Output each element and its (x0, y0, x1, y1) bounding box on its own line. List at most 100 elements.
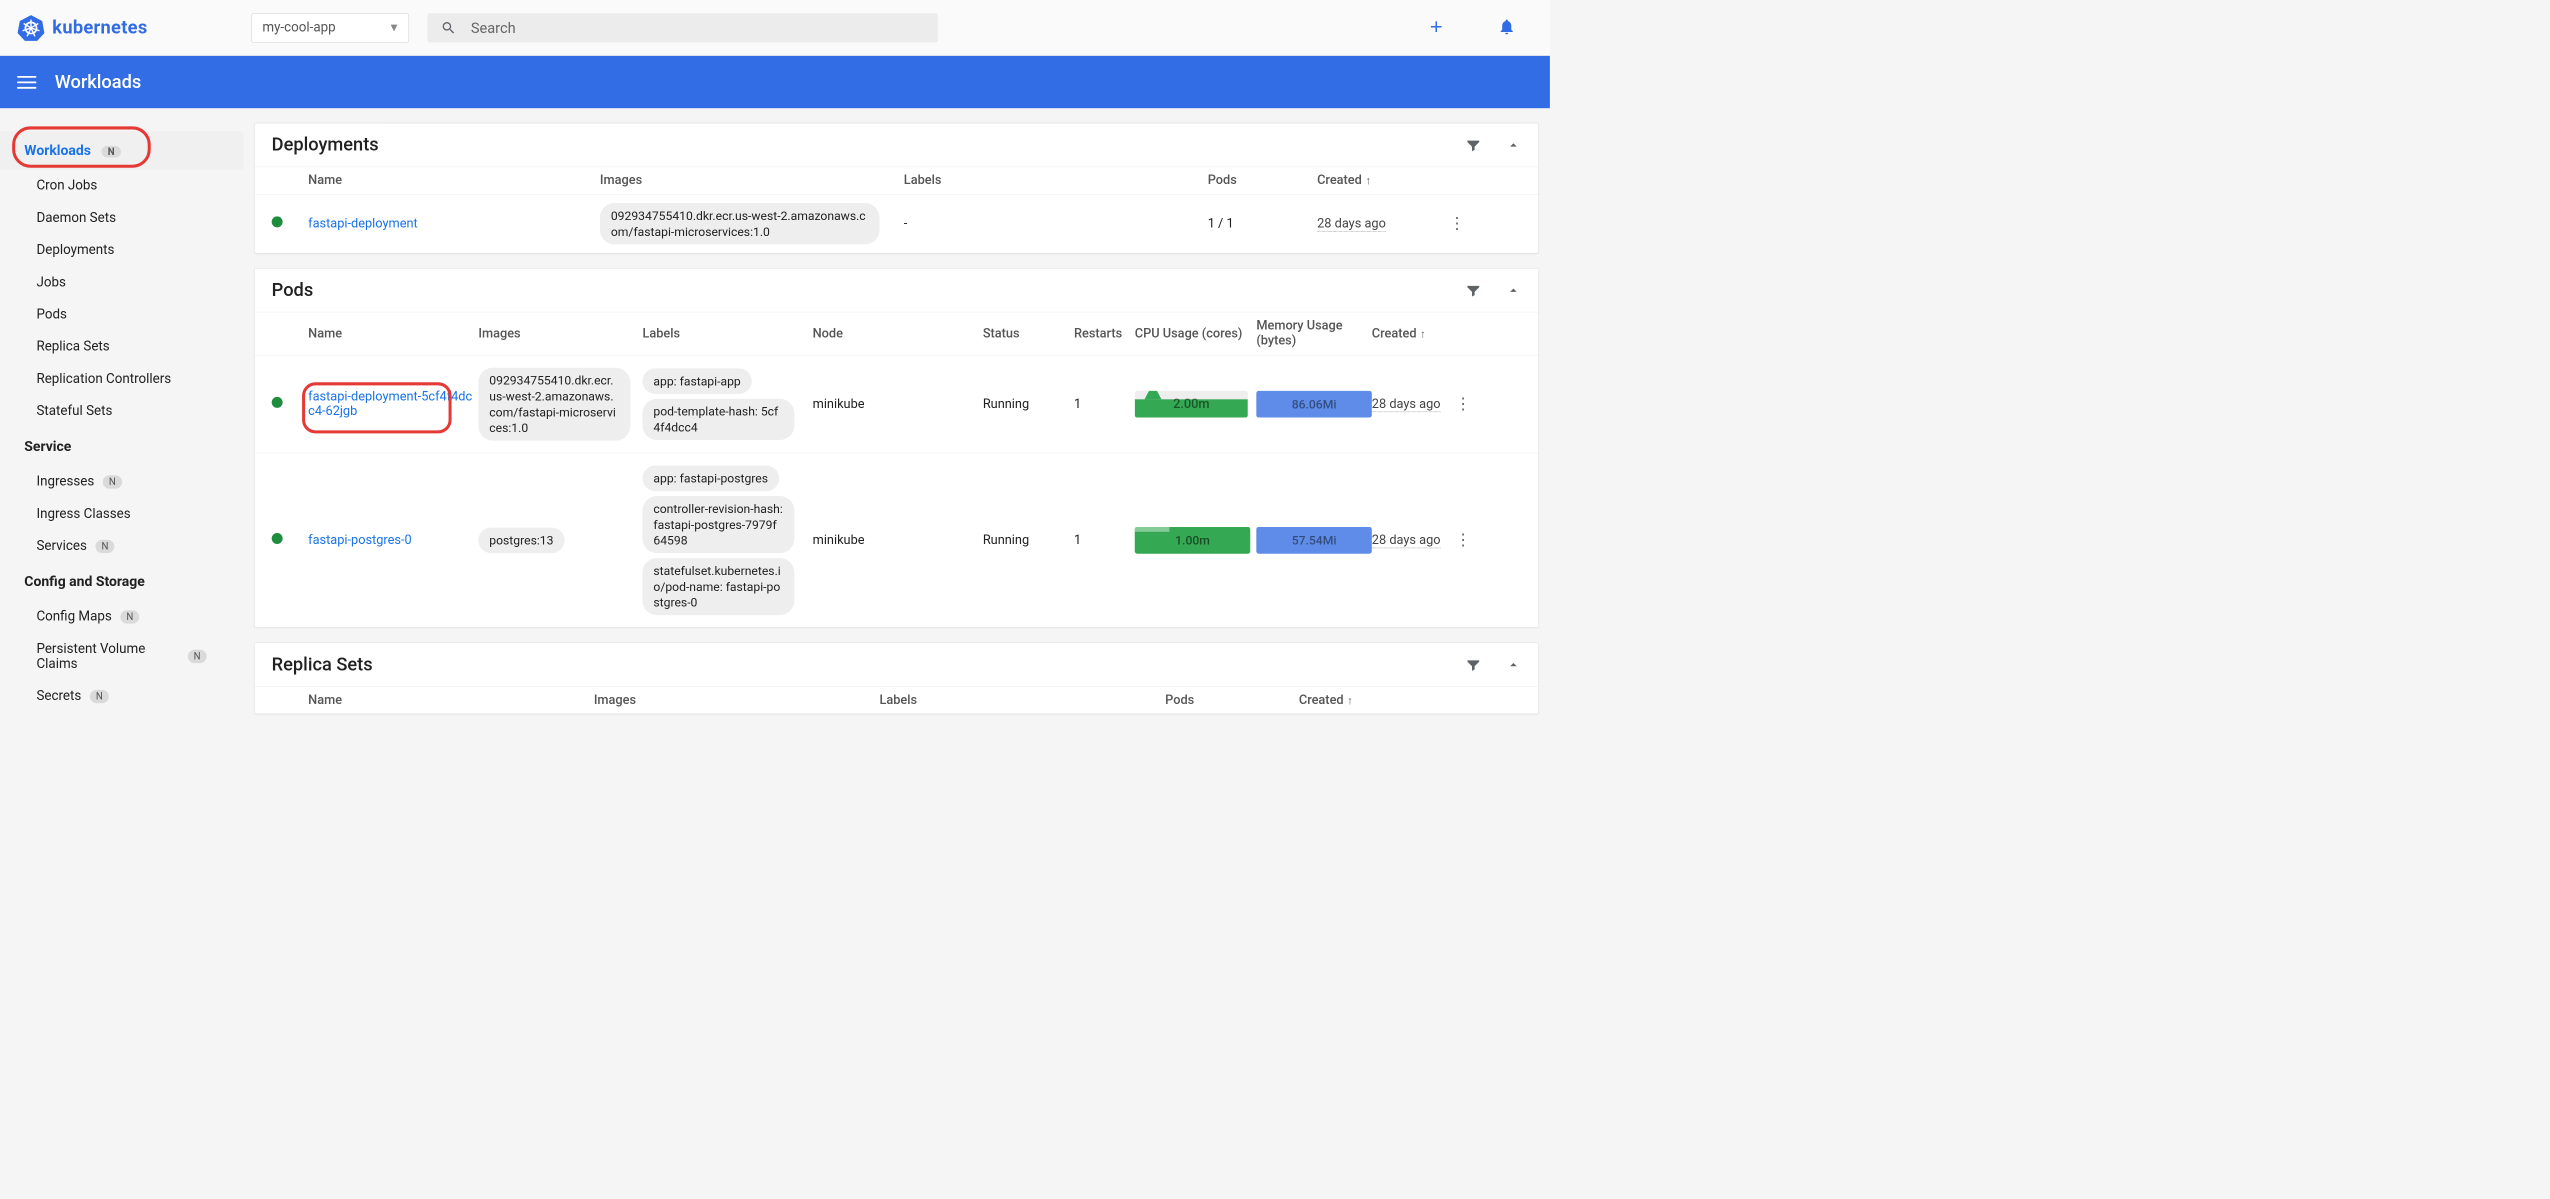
sort-asc-icon: ↑ (1420, 328, 1425, 341)
pod-row: fastapi-deployment-5cf4f4dcc4-62jgb09293… (255, 355, 1539, 453)
sidebar-item[interactable]: Deployments (0, 234, 243, 266)
image-tag: 092934755410.dkr.ecr.us-west-2.amazonaws… (478, 368, 630, 441)
pod-status: Running (983, 533, 1074, 548)
cpu-usage-bar: 1.00m (1135, 527, 1250, 554)
sidebar-item[interactable]: Replication Controllers (0, 363, 243, 395)
pods-title: Pods (272, 280, 314, 301)
search-icon (440, 20, 456, 36)
sidebar-item[interactable]: Daemon Sets (0, 202, 243, 234)
collapse-icon[interactable] (1506, 657, 1522, 673)
sidebar-item-label: Replica Sets (36, 339, 109, 354)
bell-icon (1498, 17, 1516, 35)
pods-table-head: Name Images Labels Node Status Restarts … (255, 312, 1539, 355)
brand-text: kubernetes (52, 17, 147, 38)
sidebar-item[interactable]: Services N (0, 530, 243, 562)
replicasets-card: Replica Sets Name Images Labels Pods Cre… (254, 643, 1539, 715)
sidebar-section-config[interactable]: Config and Storage (0, 562, 243, 600)
sidebar-item-label: Replication Controllers (36, 371, 171, 386)
badge-n: N (188, 650, 207, 663)
pod-created: 28 days ago (1372, 397, 1441, 412)
pod-link[interactable]: fastapi-postgres-0 (308, 533, 412, 548)
pod-restarts: 1 (1074, 397, 1135, 412)
deployments-title: Deployments (272, 134, 379, 155)
sidebar-section-workloads[interactable]: Workloads N (0, 131, 243, 169)
deployments-card: Deployments Name Images Labels Pods Crea… (254, 123, 1539, 254)
deployment-link[interactable]: fastapi-deployment (308, 216, 600, 231)
sort-asc-icon: ↑ (1347, 694, 1352, 707)
label-tag: app: fastapi-app (642, 369, 751, 395)
filter-icon[interactable] (1465, 657, 1481, 673)
collapse-icon[interactable] (1506, 137, 1522, 153)
badge-n: N (103, 475, 122, 488)
pod-created: 28 days ago (1372, 533, 1441, 548)
sidebar-item[interactable]: Pods (0, 298, 243, 330)
sidebar-item[interactable]: Persistent Volume Claims N (0, 633, 243, 680)
plus-icon (1427, 17, 1445, 35)
sidebar-item-label: Pods (36, 307, 66, 322)
sidebar-item[interactable]: Ingresses N (0, 466, 243, 498)
sidebar-item[interactable]: Cron Jobs (0, 170, 243, 202)
chevron-down-icon: ▾ (391, 20, 398, 35)
sidebar-item[interactable]: SecretsN (0, 680, 243, 712)
menu-icon[interactable] (17, 72, 36, 91)
row-menu-button[interactable]: ⋮ (1445, 395, 1481, 413)
page-title: Workloads (55, 71, 142, 92)
row-menu-button[interactable]: ⋮ (1439, 215, 1475, 233)
status-ok-icon (272, 533, 283, 544)
create-button[interactable] (1410, 17, 1462, 38)
sidebar-item[interactable]: Config Maps N (0, 601, 243, 633)
sidebar-item[interactable]: Jobs (0, 266, 243, 298)
sidebar-item-label: Persistent Volume Claims (36, 641, 179, 671)
sidebar-section-service[interactable]: Service (0, 427, 243, 465)
sidebar-item-label: Jobs (36, 275, 65, 290)
kubernetes-icon (17, 14, 45, 42)
cpu-usage-bar: 2.00m (1135, 391, 1248, 418)
badge-n: N (102, 146, 121, 158)
pod-status: Running (983, 397, 1074, 412)
search-input[interactable]: Search (427, 13, 938, 42)
row-menu-button[interactable]: ⋮ (1445, 531, 1481, 549)
sidebar-item-label: Cron Jobs (36, 178, 97, 193)
namespace-select[interactable]: my-cool-app ▾ (251, 13, 409, 42)
topbar: kubernetes my-cool-app ▾ Search (0, 0, 1550, 56)
sidebar: Workloads N Cron Jobs Daemon Sets Deployme… (0, 108, 243, 729)
pod-node: minikube (813, 397, 983, 412)
sidebar-item-label: Deployments (36, 243, 114, 258)
sidebar-item-label: Services (36, 539, 86, 554)
pod-row: fastapi-postgres-0 postgres:13 app: fastap… (255, 453, 1539, 627)
filter-icon[interactable] (1465, 282, 1481, 298)
pod-link[interactable]: fastapi-deployment-5cf4f4dcc4-62jgb (308, 390, 478, 419)
image-tag: 092934755410.dkr.ecr.us-west-2.amazonaws… (600, 203, 880, 244)
sidebar-item-label: Daemon Sets (36, 210, 115, 225)
sidebar-item-label: Config Maps (36, 609, 111, 624)
label-tag: pod-template-hash: 5cf4f4dcc4 (642, 399, 794, 440)
label-tag: statefulset.kubernetes.io/pod-name: fast… (642, 558, 794, 615)
badge-n: N (95, 539, 114, 552)
mem-usage-bar: 86.06Mi (1256, 391, 1371, 418)
collapse-icon[interactable] (1506, 282, 1522, 298)
pod-node: minikube (813, 533, 983, 548)
badge-n: N (120, 610, 139, 623)
label-tag: app: fastapi-postgres (642, 466, 779, 492)
status-ok-icon (272, 216, 283, 227)
replicasets-table-head: Name Images Labels Pods Created↑ (255, 686, 1539, 713)
notifications-button[interactable] (1481, 17, 1533, 38)
pods-card: Pods Name Images Labels Node Status Rest… (254, 268, 1539, 628)
mem-usage-bar: 57.54Mi (1256, 527, 1371, 554)
namespace-value: my-cool-app (262, 20, 335, 35)
sidebar-item[interactable]: Stateful Sets (0, 395, 243, 427)
sidebar-item[interactable]: Replica Sets (0, 331, 243, 363)
deployment-row: fastapi-deployment 092934755410.dkr.ecr.… (255, 194, 1539, 253)
status-ok-icon (272, 397, 283, 408)
filter-icon[interactable] (1465, 137, 1481, 153)
sidebar-item-label: Ingresses (36, 474, 94, 489)
sidebar-item[interactable]: Ingress Classes (0, 498, 243, 530)
label-tag: controller-revision-hash: fastapi-postgr… (642, 496, 794, 553)
badge-n: N (90, 690, 109, 703)
search-placeholder: Search (471, 19, 516, 36)
sort-asc-icon: ↑ (1365, 174, 1370, 187)
page-header-bar: Workloads (0, 56, 1550, 108)
image-tag: postgres:13 (478, 528, 564, 554)
sidebar-item-label: Stateful Sets (36, 404, 112, 419)
deployments-table-head: Name Images Labels Pods Created↑ (255, 167, 1539, 194)
